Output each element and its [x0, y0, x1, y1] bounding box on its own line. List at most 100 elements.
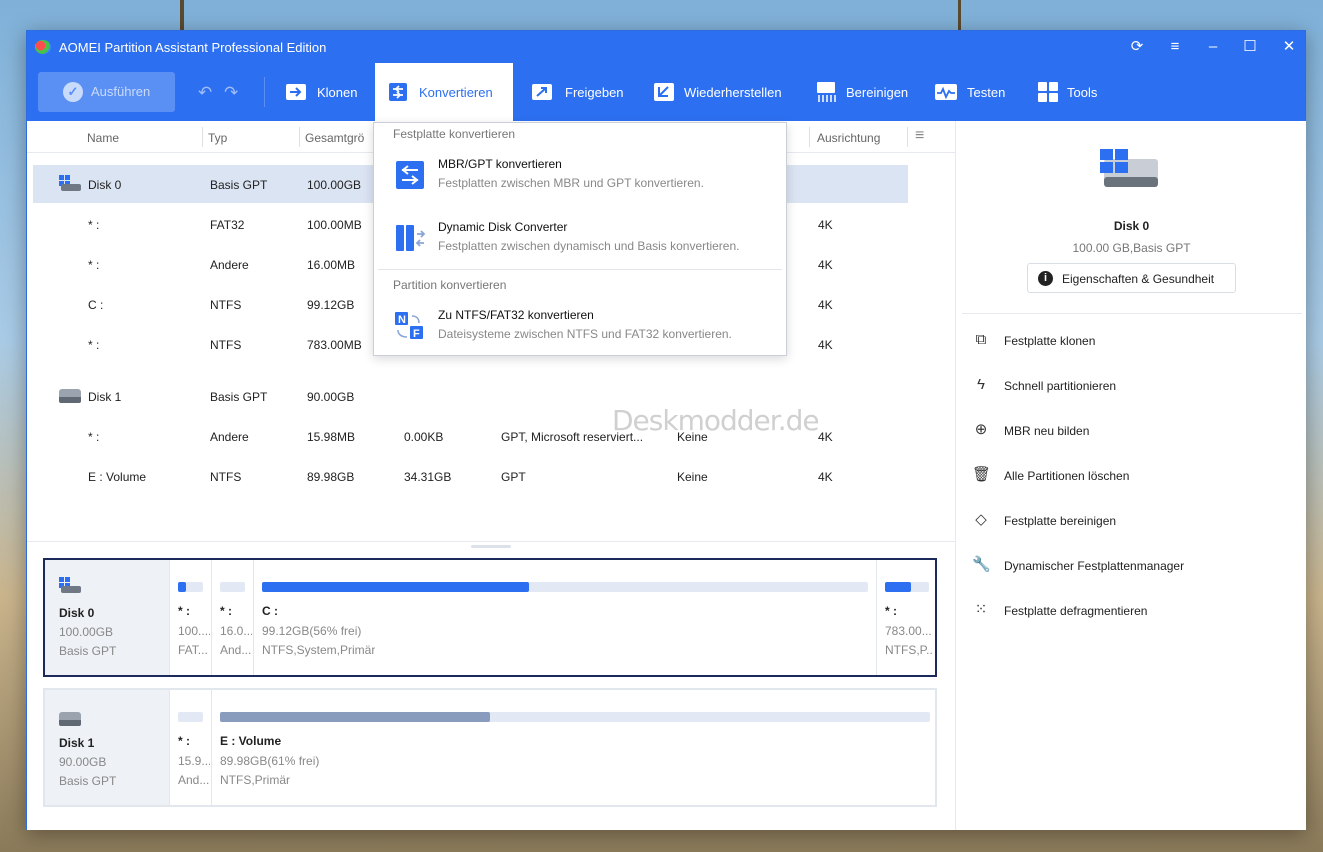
- partition-block[interactable]: E : Volume 89.98GB(61% frei) NTFS,Primär: [211, 690, 935, 805]
- row-align: 4K: [818, 338, 833, 352]
- toolbar-clone[interactable]: Klonen: [279, 63, 367, 121]
- menu-item-desc: Dateisysteme zwischen NTFS und FAT32 kon…: [438, 327, 732, 341]
- maximize-button[interactable]: ☐: [1239, 37, 1261, 57]
- partition-name: * :: [220, 604, 232, 618]
- toolbar-restore[interactable]: Wiederherstellen: [647, 63, 797, 121]
- menu-item-dynamic-disk-converter[interactable]: Dynamic Disk Converter Festplatten zwisc…: [374, 216, 786, 264]
- partition-name: * :: [178, 604, 190, 618]
- action-dynamic-disk-manager[interactable]: 🔧 Dynamischer Festplattenmanager: [972, 551, 1292, 581]
- minimize-button[interactable]: –: [1202, 37, 1224, 57]
- toolbar: ✓ Ausführen ↶ ↷ Klonen Konvertieren Frei…: [27, 63, 1305, 125]
- action-defragment[interactable]: ⁙ Festplatte defragmentieren: [972, 596, 1292, 626]
- usage-fill: [262, 582, 529, 592]
- row-name: * :: [88, 338, 100, 352]
- disk-name: Disk 1: [59, 736, 95, 750]
- disk-large-icon: [1100, 149, 1158, 187]
- tools-icon: [1038, 82, 1058, 102]
- column-divider: [299, 127, 300, 147]
- action-label: Alle Partitionen löschen: [1004, 469, 1130, 483]
- row-used: 0.00KB: [404, 430, 444, 444]
- row-size: 783.00MB: [307, 338, 362, 352]
- action-delete-all-partitions[interactable]: 🗑 Alle Partitionen löschen: [972, 461, 1292, 491]
- row-name: Disk 0: [88, 178, 122, 192]
- action-quick-partition[interactable]: ϟ Schnell partitionieren: [972, 371, 1292, 401]
- partition-block[interactable]: * : 15.9... And...: [169, 690, 211, 805]
- partition-size: 89.98GB(61% frei): [220, 754, 320, 768]
- usage-bar: [885, 582, 929, 592]
- partition-fs: And...: [178, 773, 210, 787]
- partition-fs: NTFS,System,Primär: [262, 643, 376, 657]
- menu-section-title: Festplatte konvertieren: [393, 127, 516, 141]
- apply-button[interactable]: ✓ Ausführen: [38, 72, 175, 112]
- row-type: FAT32: [210, 218, 245, 232]
- column-header[interactable]: Name: [87, 131, 119, 145]
- properties-health-button[interactable]: i Eigenschaften & Gesundheit: [1027, 263, 1236, 293]
- column-header[interactable]: Ausrichtung: [817, 131, 880, 145]
- menu-item-title: Zu NTFS/FAT32 konvertieren: [438, 308, 594, 322]
- row-used: 34.31GB: [404, 470, 452, 484]
- row-size: 89.98GB: [307, 470, 355, 484]
- usage-bar: [178, 582, 203, 592]
- disk-type: Basis GPT: [59, 774, 117, 788]
- row-partition-type: GPT: [501, 470, 526, 484]
- toolbar-convert[interactable]: Konvertieren: [375, 63, 513, 125]
- disk-map-disk0[interactable]: Disk 0 100.00GB Basis GPT * : 100.... FA…: [43, 558, 937, 677]
- mbr-gpt-convert-icon: [396, 161, 424, 189]
- partition-block[interactable]: * : 783.00... NTFS,P...: [876, 560, 935, 675]
- partition-block[interactable]: C : 99.12GB(56% frei) NTFS,System,Primär: [253, 560, 876, 675]
- toolbar-label: Freigeben: [565, 85, 624, 100]
- toolbar-tools[interactable]: Tools: [1035, 63, 1125, 121]
- usage-fill: [885, 582, 912, 592]
- app-logo-icon: [35, 40, 51, 54]
- row-name: * :: [88, 430, 100, 444]
- column-divider: [809, 127, 810, 147]
- operations-pane: Disk 0 100.00 GB,Basis GPT i Eigenschaft…: [955, 121, 1306, 830]
- partition-size: 16.0...: [220, 624, 252, 638]
- partition-block[interactable]: * : 100.... FAT...: [169, 560, 211, 675]
- watermark: Deskmodder.de: [612, 404, 820, 437]
- usage-fill: [220, 712, 490, 722]
- menu-item-title: MBR/GPT konvertieren: [438, 157, 562, 171]
- toolbar-label: Testen: [967, 85, 1006, 100]
- button-label: Eigenschaften & Gesundheit: [1062, 272, 1215, 286]
- action-label: Festplatte klonen: [1004, 334, 1096, 348]
- partition-size: 100....: [178, 624, 210, 638]
- hdd-icon: [59, 712, 81, 726]
- column-settings-icon[interactable]: ≡: [915, 127, 924, 145]
- title-bar: AOMEI Partition Assistant Professional E…: [27, 31, 1305, 63]
- info-icon: i: [1038, 271, 1053, 286]
- toolbar-wipe[interactable]: Bereinigen: [811, 63, 923, 121]
- row-size: 16.00MB: [307, 258, 356, 272]
- toolbar-label: Konvertieren: [419, 85, 493, 100]
- menu-item-ntfs-fat32[interactable]: NF Zu NTFS/FAT32 konvertieren Dateisyste…: [374, 304, 786, 352]
- action-rebuild-mbr[interactable]: ⊕ MBR neu bilden: [972, 416, 1292, 446]
- toolbar-test[interactable]: Testen: [933, 63, 1023, 121]
- partition-name: * :: [885, 604, 897, 618]
- column-header[interactable]: Typ: [208, 131, 227, 145]
- resize-grip[interactable]: [471, 545, 511, 548]
- column-header[interactable]: Gesamtgrö: [305, 131, 364, 145]
- action-clone-disk[interactable]: ⧉ Festplatte klonen: [972, 326, 1292, 356]
- disk-icon: [59, 175, 81, 191]
- row-name: Disk 1: [88, 390, 122, 404]
- menu-icon[interactable]: ≡: [1164, 37, 1186, 57]
- menu-item-mbr-gpt[interactable]: MBR/GPT konvertieren Festplatten zwische…: [374, 153, 786, 201]
- usage-bar: [220, 582, 245, 592]
- row-size: 15.98MB: [307, 430, 356, 444]
- action-label: Schnell partitionieren: [1004, 379, 1117, 393]
- refresh-icon[interactable]: ⟳: [1126, 37, 1148, 57]
- divider: [962, 313, 1302, 314]
- table-row[interactable]: E : Volume NTFS 89.98GB 34.31GB GPT Kein…: [33, 457, 908, 495]
- disk-icon: [59, 577, 81, 593]
- toolbar-label: Klonen: [317, 85, 358, 100]
- clone-icon: [286, 84, 306, 100]
- svg-text:N: N: [398, 314, 406, 326]
- close-button[interactable]: ✕: [1278, 37, 1300, 57]
- partition-name: * :: [178, 734, 190, 748]
- action-wipe-disk[interactable]: ◇ Festplatte bereinigen: [972, 506, 1292, 536]
- disk-map-disk1[interactable]: Disk 1 90.00GB Basis GPT * : 15.9... And…: [43, 688, 937, 807]
- redo-icon[interactable]: ↷: [224, 83, 238, 103]
- toolbar-share[interactable]: Freigeben: [525, 63, 635, 121]
- undo-icon[interactable]: ↶: [198, 83, 212, 103]
- partition-block[interactable]: * : 16.0... And...: [211, 560, 253, 675]
